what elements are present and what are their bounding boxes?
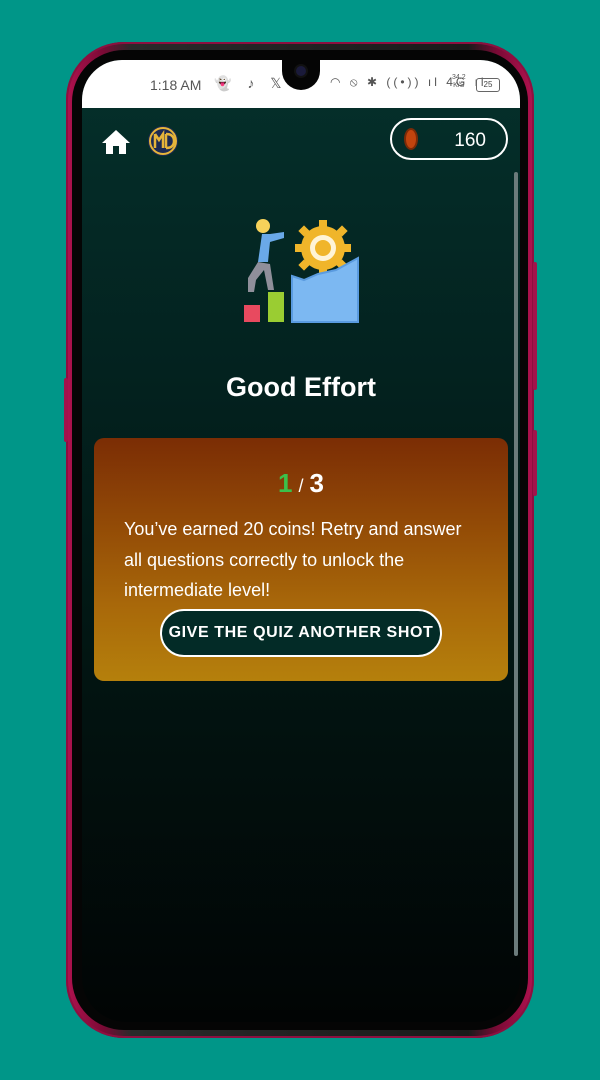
notification-icons: 👻 ♪ 𝕏 (214, 75, 288, 91)
camera-icon (296, 66, 306, 76)
home-icon (102, 130, 130, 154)
network-speed: 34.2 K/S (452, 74, 466, 90)
power-button (533, 262, 537, 390)
coin-balance[interactable]: 160 (390, 118, 508, 160)
home-button[interactable] (100, 128, 132, 156)
result-card: 1/3 You’ve earned 20 coins! Retry and an… (94, 438, 508, 681)
score-correct: 1 (278, 468, 293, 498)
network-speed-value: 34.2 (452, 74, 466, 81)
network-speed-unit: K/S (453, 82, 465, 89)
scrollbar[interactable] (514, 172, 518, 956)
coin-icon (404, 128, 418, 150)
battery-icon: 25 (476, 78, 500, 92)
result-message: You’ve earned 20 coins! Retry and answer… (124, 519, 462, 600)
score-total: 3 (309, 468, 324, 498)
score-display: 1/3 (94, 468, 508, 499)
side-button (533, 430, 537, 496)
status-bar: 1:18 AM 👻 ♪ 𝕏 ◠ ⦸ ✱ ((•)) ıl 4G ıl 34.2 … (82, 60, 520, 108)
retry-quiz-button[interactable]: GIVE THE QUIZ ANOTHER SHOT (160, 609, 442, 657)
progress-illustration-icon (244, 219, 359, 323)
volume-button (64, 378, 68, 442)
status-time: 1:18 AM (150, 77, 202, 93)
coin-count: 160 (454, 130, 486, 151)
quiz-logo-icon (146, 124, 180, 158)
result-title: Good Effort (226, 372, 376, 402)
app-screen: 1:18 AM 👻 ♪ 𝕏 ◠ ⦸ ✱ ((•)) ıl 4G ıl 34.2 … (82, 60, 520, 1022)
score-separator: / (298, 476, 304, 496)
